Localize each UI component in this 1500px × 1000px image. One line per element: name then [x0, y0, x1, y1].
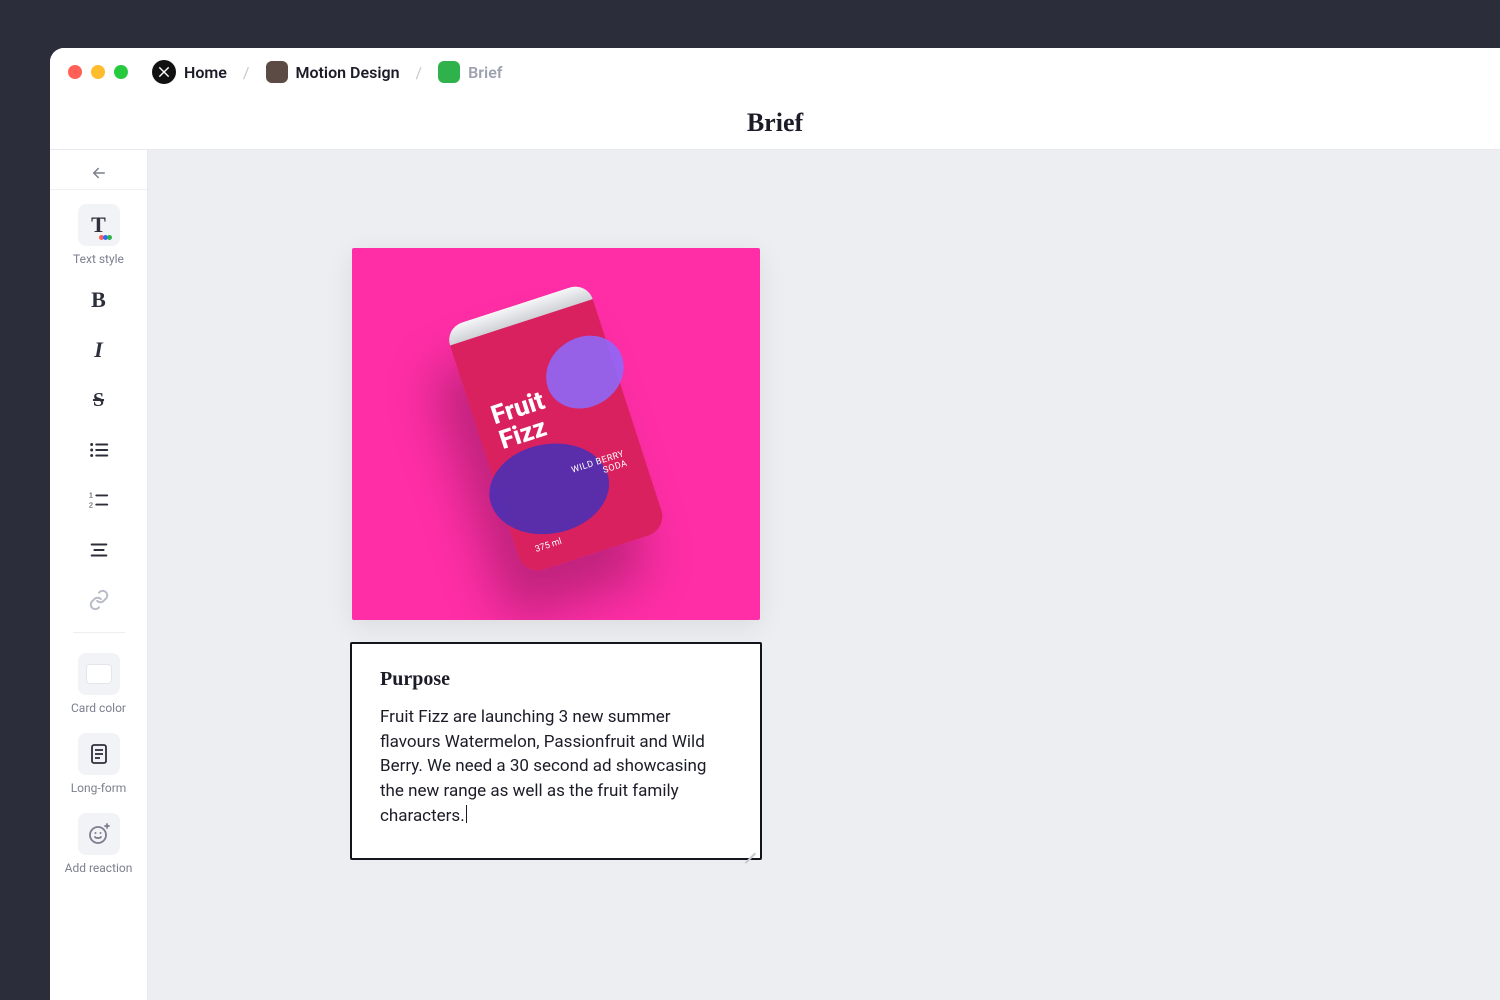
text-card-body[interactable]: Fruit Fizz are launching 3 new summer fl… [380, 705, 732, 828]
can-volume: 375 ml [534, 537, 563, 555]
sidebar-divider [73, 632, 125, 633]
bold-tool[interactable]: B [50, 270, 147, 320]
breadcrumb-home-label: Home [184, 63, 227, 82]
add-reaction-label: Add reaction [65, 861, 133, 875]
bullet-list-icon [88, 439, 110, 461]
text-cursor [466, 805, 467, 823]
text-style-tool[interactable]: T Text style [50, 190, 147, 270]
add-reaction-tool[interactable]: Add reaction [50, 799, 147, 879]
text-card[interactable]: Purpose Fruit Fizz are launching 3 new s… [350, 642, 762, 860]
link-tool[interactable] [50, 570, 147, 620]
breadcrumb-project-label: Motion Design [296, 63, 400, 82]
resize-handle[interactable] [742, 840, 756, 854]
project-color-chip [266, 61, 288, 83]
svg-text:2: 2 [88, 500, 92, 509]
product-can-illustration: Fruit Fizz WILD BERRY SODA 375 ml [444, 282, 667, 576]
add-reaction-icon [87, 822, 111, 846]
page-color-chip [438, 61, 460, 83]
workspace: T Text style B I S [50, 150, 1500, 1000]
numbered-list-icon: 1 2 [88, 489, 110, 511]
long-form-label: Long-form [71, 781, 127, 795]
sidebar-back-button[interactable] [50, 156, 147, 190]
bold-icon: B [91, 287, 106, 313]
card-color-icon [86, 664, 112, 684]
app-window: Home / Motion Design / Brief Brief T [50, 48, 1500, 1000]
format-sidebar: T Text style B I S [50, 150, 148, 1000]
long-form-icon [87, 742, 111, 766]
link-icon [88, 589, 110, 611]
numbered-list-tool[interactable]: 1 2 [50, 470, 147, 520]
strikethrough-tool[interactable]: S [50, 370, 147, 420]
close-window-button[interactable] [68, 65, 82, 79]
maximize-window-button[interactable] [114, 65, 128, 79]
image-card[interactable]: Fruit Fizz WILD BERRY SODA 375 ml [352, 248, 760, 620]
align-center-icon [88, 539, 110, 561]
breadcrumb-project[interactable]: Motion Design [266, 61, 400, 83]
text-card-heading: Purpose [380, 668, 732, 691]
window-controls [68, 65, 128, 79]
svg-text:1: 1 [88, 490, 92, 499]
strikethrough-icon: S [93, 389, 104, 412]
minimize-window-button[interactable] [91, 65, 105, 79]
long-form-tool[interactable]: Long-form [50, 719, 147, 799]
app-logo-icon [152, 60, 176, 84]
card-color-tool[interactable]: Card color [50, 639, 147, 719]
breadcrumb-home[interactable]: Home [152, 60, 227, 84]
breadcrumb-page[interactable]: Brief [438, 61, 502, 83]
align-tool[interactable] [50, 520, 147, 570]
page-title: Brief [747, 108, 803, 138]
page-title-bar: Brief [50, 96, 1500, 150]
breadcrumb-separator: / [410, 63, 429, 82]
text-style-label: Text style [73, 252, 124, 266]
arrow-left-icon [90, 164, 108, 182]
italic-tool[interactable]: I [50, 320, 147, 370]
text-style-icon: T [91, 212, 106, 238]
breadcrumb-page-label: Brief [468, 63, 502, 82]
bullet-list-tool[interactable] [50, 420, 147, 470]
card-color-label: Card color [71, 701, 126, 715]
canvas[interactable]: Fruit Fizz WILD BERRY SODA 375 ml Purpos… [148, 150, 1500, 1000]
titlebar: Home / Motion Design / Brief [50, 48, 1500, 96]
italic-icon: I [94, 337, 103, 363]
breadcrumb-separator: / [237, 63, 256, 82]
